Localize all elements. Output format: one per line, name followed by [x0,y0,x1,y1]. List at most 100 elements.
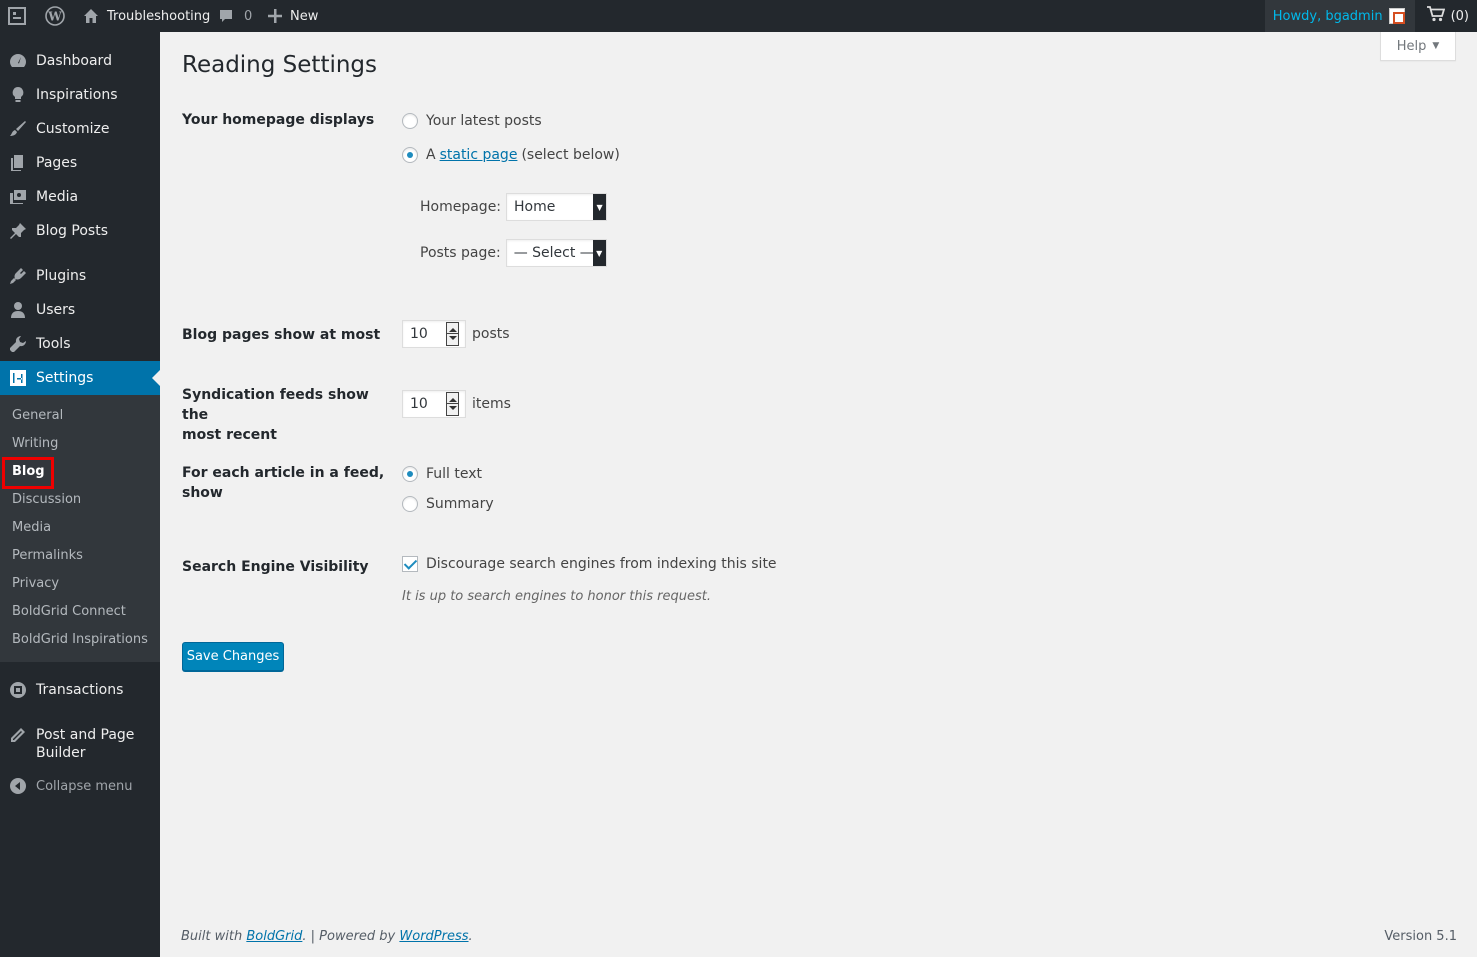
full-text-radio[interactable] [402,466,418,482]
sidebar-item-blog-posts[interactable]: Blog Posts [0,214,160,248]
sidebar-item-label: Settings [36,370,94,386]
settings-icon [0,361,36,395]
syndication-row: 10 items [402,390,511,418]
footer-period: . [468,929,473,944]
submenu-boldgrid-connect[interactable]: BoldGrid Connect [12,602,126,622]
static-page-option[interactable]: A static page (select below) [402,147,620,163]
sidebar-item-label: Users [36,302,76,318]
wordpress-link[interactable]: WordPress [399,929,468,944]
homepage-select-row: Homepage: Home ▼ [420,193,608,221]
search-visibility-description: It is up to search engines to honor this… [402,589,711,604]
sidebar-item-pages[interactable]: Pages [0,146,160,180]
footer-credits: Built with BoldGrid. | Powered by WordPr… [181,929,473,944]
static-page-prefix: A [426,147,436,163]
builder-label-line1: Post and Page [36,727,135,743]
cart-link[interactable]: (0) [1415,6,1477,26]
posts-page-select[interactable]: — Select — ▼ [505,239,607,267]
full-text-option[interactable]: Full text [402,466,482,482]
submenu-boldgrid-inspirations[interactable]: BoldGrid Inspirations [12,630,148,650]
submenu-permalinks[interactable]: Permalinks [12,546,83,566]
cart-icon [1426,6,1445,26]
submenu-privacy[interactable]: Privacy [12,574,59,594]
sidebar-item-plugins[interactable]: Plugins [0,259,160,293]
syndication-input[interactable]: 10 [402,390,466,418]
sidebar-item-label: Customize [36,121,110,137]
homepage-select-value: Home [514,199,556,215]
site-name-link[interactable]: Troubleshooting [83,0,210,32]
blog-pages-value: 10 [410,326,428,342]
blog-pages-input[interactable]: 10 [402,320,466,348]
submenu-media[interactable]: Media [12,518,51,538]
posts-page-select-value: — Select — [513,245,594,261]
blog-pages-row: 10 posts [402,320,510,348]
boldgrid-menu-icon[interactable] [8,0,26,32]
full-text-label: Full text [426,466,483,482]
wordpress-logo-icon[interactable]: W [45,0,65,32]
transactions-icon [0,673,36,707]
sidebar-item-inspirations[interactable]: Inspirations [0,78,160,112]
latest-posts-label: Your latest posts [426,113,542,129]
help-label: Help [1396,38,1427,54]
sidebar-item-transactions[interactable]: Transactions [0,673,160,707]
summary-radio[interactable] [402,496,418,512]
sidebar-item-tools[interactable]: Tools [0,327,160,361]
homepage-select[interactable]: Home ▼ [506,193,608,221]
lightbulb-icon [0,78,36,112]
sidebar-item-label: Tools [36,336,71,352]
cart-count: (0) [1450,8,1469,24]
builder-label-line2: Builder [36,745,86,761]
submenu-discussion[interactable]: Discussion [12,490,81,510]
comments-link[interactable]: 0 [218,0,252,32]
sidebar-item-label: Plugins [36,268,87,284]
summary-option[interactable]: Summary [402,496,494,512]
discourage-search-option[interactable]: Discourage search engines from indexing … [402,556,777,572]
pages-icon [0,146,36,180]
save-changes-button[interactable]: Save Changes [182,642,284,671]
home-icon [83,8,99,24]
feed-article-label: For each article in a feed, show [182,465,385,501]
plus-icon [268,9,282,23]
footer-powered-by: . | Powered by [302,929,396,944]
new-content-link[interactable]: New [268,0,318,32]
latest-posts-option[interactable]: Your latest posts [402,113,542,129]
collapse-menu-button[interactable]: Collapse menu [0,769,160,803]
admin-sidebar: Dashboard Inspirations Customize Pages M… [0,32,160,957]
highlight-annotation [2,457,54,489]
latest-posts-radio[interactable] [402,113,418,129]
svg-text:W: W [47,10,62,24]
new-label: New [290,8,319,24]
blog-pages-unit: posts [472,326,510,342]
posts-page-select-row: Posts page: — Select — ▼ [420,239,607,267]
triangle-down-icon: ▼ [1432,41,1440,51]
search-visibility-label: Search Engine Visibility [182,559,369,575]
page-title: Reading Settings [182,52,378,78]
sidebar-item-customize[interactable]: Customize [0,112,160,146]
sidebar-item-users[interactable]: Users [0,293,160,327]
sidebar-item-settings[interactable]: Settings [0,361,160,395]
submenu-general[interactable]: General [12,406,63,426]
discourage-search-checkbox[interactable] [402,556,418,572]
footer-built-with: Built with [181,929,243,944]
static-page-radio[interactable] [402,147,418,163]
pencil-icon [0,725,36,745]
sidebar-item-label: Media [36,189,79,205]
user-icon [0,293,36,327]
sidebar-item-dashboard[interactable]: Dashboard [0,44,160,78]
comments-count: 0 [244,8,253,24]
number-stepper[interactable] [446,322,459,346]
submenu-writing[interactable]: Writing [12,434,58,454]
settings-submenu: General Writing Blog Discussion Media Pe… [0,395,160,662]
help-button[interactable]: Help ▼ [1380,32,1456,61]
main-content: Help ▼ Reading Settings Your homepage di… [160,32,1477,957]
number-stepper[interactable] [446,392,459,416]
syndication-label-line1: Syndication feeds show the [182,387,369,423]
static-page-link[interactable]: static page [440,147,518,163]
sidebar-item-media[interactable]: Media [0,180,160,214]
boldgrid-link[interactable]: BoldGrid [246,929,302,944]
sidebar-item-label: Blog Posts [36,223,108,239]
site-name: Troubleshooting [107,8,211,24]
admin-bar: W Troubleshooting 0 New Howdy, bgadmin (… [0,0,1477,32]
static-page-suffix: (select below) [521,147,620,163]
my-account-link[interactable]: Howdy, bgadmin [1264,0,1415,32]
homepage-select-label: Homepage: [420,199,502,215]
